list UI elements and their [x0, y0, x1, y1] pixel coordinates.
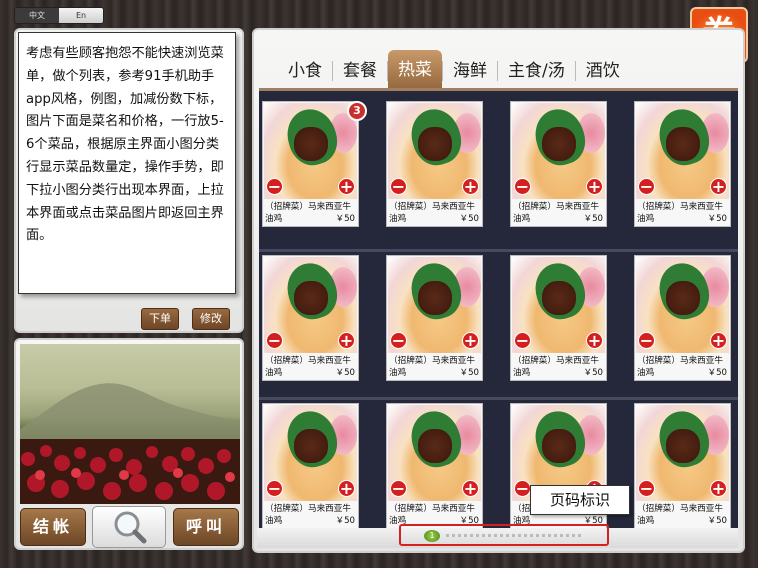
dish-graphic — [666, 429, 700, 463]
lang-english-button[interactable]: En — [59, 8, 103, 23]
tab-snacks[interactable]: 小食 — [278, 54, 332, 88]
dish-card[interactable]: − + （招牌菜）马来西亚牛油鸡￥50 — [386, 101, 483, 227]
decrease-quantity-button[interactable]: − — [266, 332, 283, 349]
magnifier-icon — [114, 511, 147, 544]
dish-price: ￥50 — [707, 214, 727, 224]
decrease-quantity-button[interactable]: − — [390, 332, 407, 349]
dish-price: ￥50 — [707, 516, 727, 526]
dish-price: ￥50 — [335, 368, 355, 378]
tab-seafood[interactable]: 海鲜 — [443, 54, 497, 88]
category-tabs: 小食 套餐 热菜 海鲜 主食/汤 酒饮 — [278, 50, 630, 88]
dish-grid: − + （招牌菜）马来西亚牛油鸡 ￥50 − + （招牌菜）马来西亚牛油鸡 ￥50 − + （招牌菜… — [259, 88, 738, 528]
increase-quantity-button[interactable]: + — [338, 480, 355, 497]
decrease-quantity-button[interactable]: − — [266, 480, 283, 497]
tab-hot-dishes[interactable]: 热菜 — [388, 50, 442, 88]
dish-graphic — [542, 281, 576, 315]
call-waiter-button[interactable]: 呼叫 — [173, 508, 239, 546]
tab-set-meals[interactable]: 套餐 — [333, 54, 387, 88]
dish-caption: （招牌菜）马来西亚牛油鸡￥50 — [637, 355, 729, 379]
dish-graphic — [418, 281, 452, 315]
dish-price: ￥50 — [459, 214, 479, 224]
dish-graphic — [294, 281, 328, 315]
dish-price: ￥50 — [335, 214, 355, 224]
dish-caption: （招牌菜）马来西亚牛油鸡￥50 — [637, 201, 729, 225]
language-switch[interactable]: 中文 En — [14, 7, 104, 24]
increase-quantity-button[interactable]: + — [586, 332, 603, 349]
dish-graphic — [418, 429, 452, 463]
dish-caption: （招牌菜）马来西亚牛油鸡￥50 — [513, 201, 605, 225]
dish-graphic — [294, 127, 328, 161]
dish-card[interactable]: − + （招牌菜）马来西亚牛油鸡￥50 — [510, 255, 607, 381]
increase-quantity-button[interactable]: + — [462, 178, 479, 195]
tab-drinks[interactable]: 酒饮 — [576, 54, 630, 88]
dish-price: ￥50 — [583, 368, 603, 378]
edit-order-button[interactable]: 修改 — [192, 308, 230, 330]
dish-price: ￥50 — [459, 368, 479, 378]
page-indicator-callout: 页码标识 — [530, 485, 630, 515]
decrease-quantity-button[interactable]: − — [514, 178, 531, 195]
dish-card[interactable]: − + （招牌菜）马来西亚牛油鸡￥50 — [510, 101, 607, 227]
dish-price: ￥50 — [583, 214, 603, 224]
dish-card[interactable]: − + （招牌菜）马来西亚牛油鸡￥50 — [386, 255, 483, 381]
dish-price: ￥50 — [335, 516, 355, 526]
dish-count-badge: 3 — [347, 101, 367, 121]
dish-caption: （招牌菜）马来西亚牛油鸡￥50 — [637, 503, 729, 527]
increase-quantity-button[interactable]: + — [462, 332, 479, 349]
lang-chinese-button[interactable]: 中文 — [15, 8, 59, 23]
dish-card[interactable]: − + （招牌菜）马来西亚牛油鸡￥50 — [262, 101, 359, 227]
increase-quantity-button[interactable]: + — [586, 178, 603, 195]
increase-quantity-button[interactable]: + — [710, 178, 727, 195]
dish-card[interactable]: − + （招牌菜）马来西亚牛油鸡￥50 — [634, 101, 731, 227]
dish-card[interactable]: − + （招牌菜）马来西亚牛油鸡￥50 — [262, 255, 359, 381]
dish-graphic — [542, 127, 576, 161]
decrease-quantity-button[interactable]: − — [390, 178, 407, 195]
increase-quantity-button[interactable]: + — [338, 178, 355, 195]
tab-staples-soup[interactable]: 主食/汤 — [498, 54, 575, 88]
search-button[interactable] — [92, 506, 166, 548]
dish-card[interactable]: −+（招牌菜）马来西亚牛油鸡￥50 — [386, 403, 483, 528]
decrease-quantity-button[interactable]: − — [514, 332, 531, 349]
decrease-quantity-button[interactable]: − — [638, 178, 655, 195]
decrease-quantity-button[interactable]: − — [390, 480, 407, 497]
flowers-graphic — [20, 439, 240, 504]
dish-caption: （招牌菜）马来西亚牛油鸡￥50 — [265, 503, 357, 527]
dish-caption: （招牌菜）马来西亚牛油鸡￥50 — [265, 355, 357, 379]
current-page-indicator[interactable]: 1 — [424, 530, 440, 542]
decrease-quantity-button[interactable]: − — [638, 332, 655, 349]
annotation-note: 考虑有些顾客抱怨不能快速浏览菜单，做个列表，参考91手机助手app风格，例图，加… — [18, 32, 236, 294]
row-divider — [259, 397, 738, 400]
dish-card[interactable]: − + （招牌菜）马来西亚牛油鸡￥50 — [634, 255, 731, 381]
dish-graphic — [666, 127, 700, 161]
dish-caption: （招牌菜）马来西亚牛油鸡￥50 — [389, 355, 481, 379]
dish-card[interactable]: − + （招牌菜）马来西亚牛油鸡￥50 — [262, 403, 359, 528]
dish-caption: （招牌菜）马来西亚牛油鸡￥50 — [513, 355, 605, 379]
dish-caption: （招牌菜）马来西亚牛油鸡￥50 — [389, 201, 481, 225]
dish-graphic — [542, 429, 576, 463]
dish-caption: （招牌菜）马来西亚牛油鸡￥50 — [265, 201, 357, 225]
dish-graphic — [418, 127, 452, 161]
dish-price: ￥50 — [707, 368, 727, 378]
dish-card[interactable]: − + （招牌菜）马来西亚牛油鸡￥50 — [634, 403, 731, 528]
increase-quantity-button[interactable]: + — [462, 480, 479, 497]
page-dots[interactable] — [446, 534, 581, 537]
mountain-graphic — [20, 383, 240, 439]
increase-quantity-button[interactable]: + — [710, 480, 727, 497]
decrease-quantity-button[interactable]: − — [266, 178, 283, 195]
decrease-quantity-button[interactable]: − — [514, 480, 531, 497]
increase-quantity-button[interactable]: + — [338, 332, 355, 349]
increase-quantity-button[interactable]: + — [710, 332, 727, 349]
promo-image — [20, 344, 240, 504]
dish-graphic — [666, 281, 700, 315]
dish-graphic — [294, 429, 328, 463]
decrease-quantity-button[interactable]: − — [638, 480, 655, 497]
row-divider — [259, 249, 738, 252]
checkout-button[interactable]: 结帐 — [20, 508, 86, 546]
place-order-button[interactable]: 下单 — [141, 308, 179, 330]
